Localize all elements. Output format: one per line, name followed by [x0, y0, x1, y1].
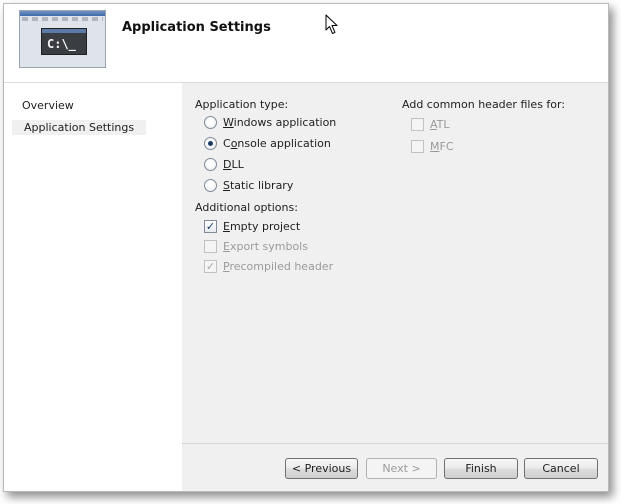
next-button[interactable]: Next > [366, 458, 437, 479]
checkbox-icon [204, 239, 217, 253]
checkbox-icon [411, 139, 424, 153]
console-window-icon: C:\_ [41, 28, 87, 55]
application-settings-panel: Application type: Windows application Co… [182, 83, 608, 443]
radio-button-icon [204, 115, 217, 129]
radio-button-icon [204, 178, 217, 192]
option-label: Export symbols [223, 239, 308, 253]
thumbnail-menubar [22, 17, 103, 21]
option-label: ATL [430, 117, 450, 131]
nav-item-label: Application Settings [24, 121, 135, 134]
nav-item-overview[interactable]: Overview [22, 99, 74, 112]
option-label: Precompiled header [223, 259, 334, 273]
console-application-radio[interactable]: Console application [204, 135, 331, 151]
common-headers-label: Add common header files for: [402, 98, 566, 111]
windows-application-radio[interactable]: Windows application [204, 114, 336, 130]
previous-button[interactable]: < Previous [285, 458, 358, 479]
nav-item-application-settings[interactable]: Application Settings [12, 120, 147, 135]
wizard-header: C:\_ Application Settings [4, 4, 608, 83]
static-library-radio[interactable]: Static library [204, 177, 293, 193]
page-title: Application Settings [122, 20, 271, 35]
console-titlebar [42, 29, 86, 33]
additional-options-label: Additional options: [195, 201, 298, 214]
empty-project-checkbox[interactable]: ✓ Empty project [204, 218, 300, 234]
console-application-thumbnail: C:\_ [19, 10, 106, 68]
option-label: Empty project [223, 219, 301, 233]
mfc-checkbox[interactable]: MFC [411, 138, 454, 154]
option-label: Windows application [223, 115, 337, 129]
radio-button-icon [204, 157, 217, 171]
new-project-wizard-dialog: C:\_ Application Settings Overview Appli… [3, 3, 609, 492]
dll-radio[interactable]: DLL [204, 156, 244, 172]
wizard-navigation: Overview Application Settings [4, 83, 182, 491]
nav-item-label: Overview [22, 99, 74, 112]
checkbox-checked-icon: ✓ [204, 259, 217, 273]
option-label: Static library [223, 178, 294, 192]
atl-checkbox[interactable]: ATL [411, 116, 450, 132]
application-type-label: Application type: [195, 98, 289, 111]
option-label: Console application [223, 136, 331, 150]
export-symbols-checkbox[interactable]: Export symbols [204, 238, 308, 254]
cancel-button[interactable]: Cancel [524, 458, 598, 479]
precompiled-header-checkbox[interactable]: ✓ Precompiled header [204, 258, 333, 274]
checkbox-checked-icon: ✓ [204, 219, 217, 233]
thumbnail-titlebar [20, 11, 105, 16]
option-label: DLL [223, 157, 244, 171]
mouse-pointer-icon [325, 14, 338, 34]
wizard-button-bar: < Previous Next > Finish Cancel [182, 443, 608, 491]
console-prompt-text: C:\_ [47, 37, 76, 51]
radio-button-selected-icon [204, 136, 217, 150]
option-label: MFC [430, 139, 454, 153]
finish-button[interactable]: Finish [444, 458, 518, 479]
checkbox-icon [411, 117, 424, 131]
